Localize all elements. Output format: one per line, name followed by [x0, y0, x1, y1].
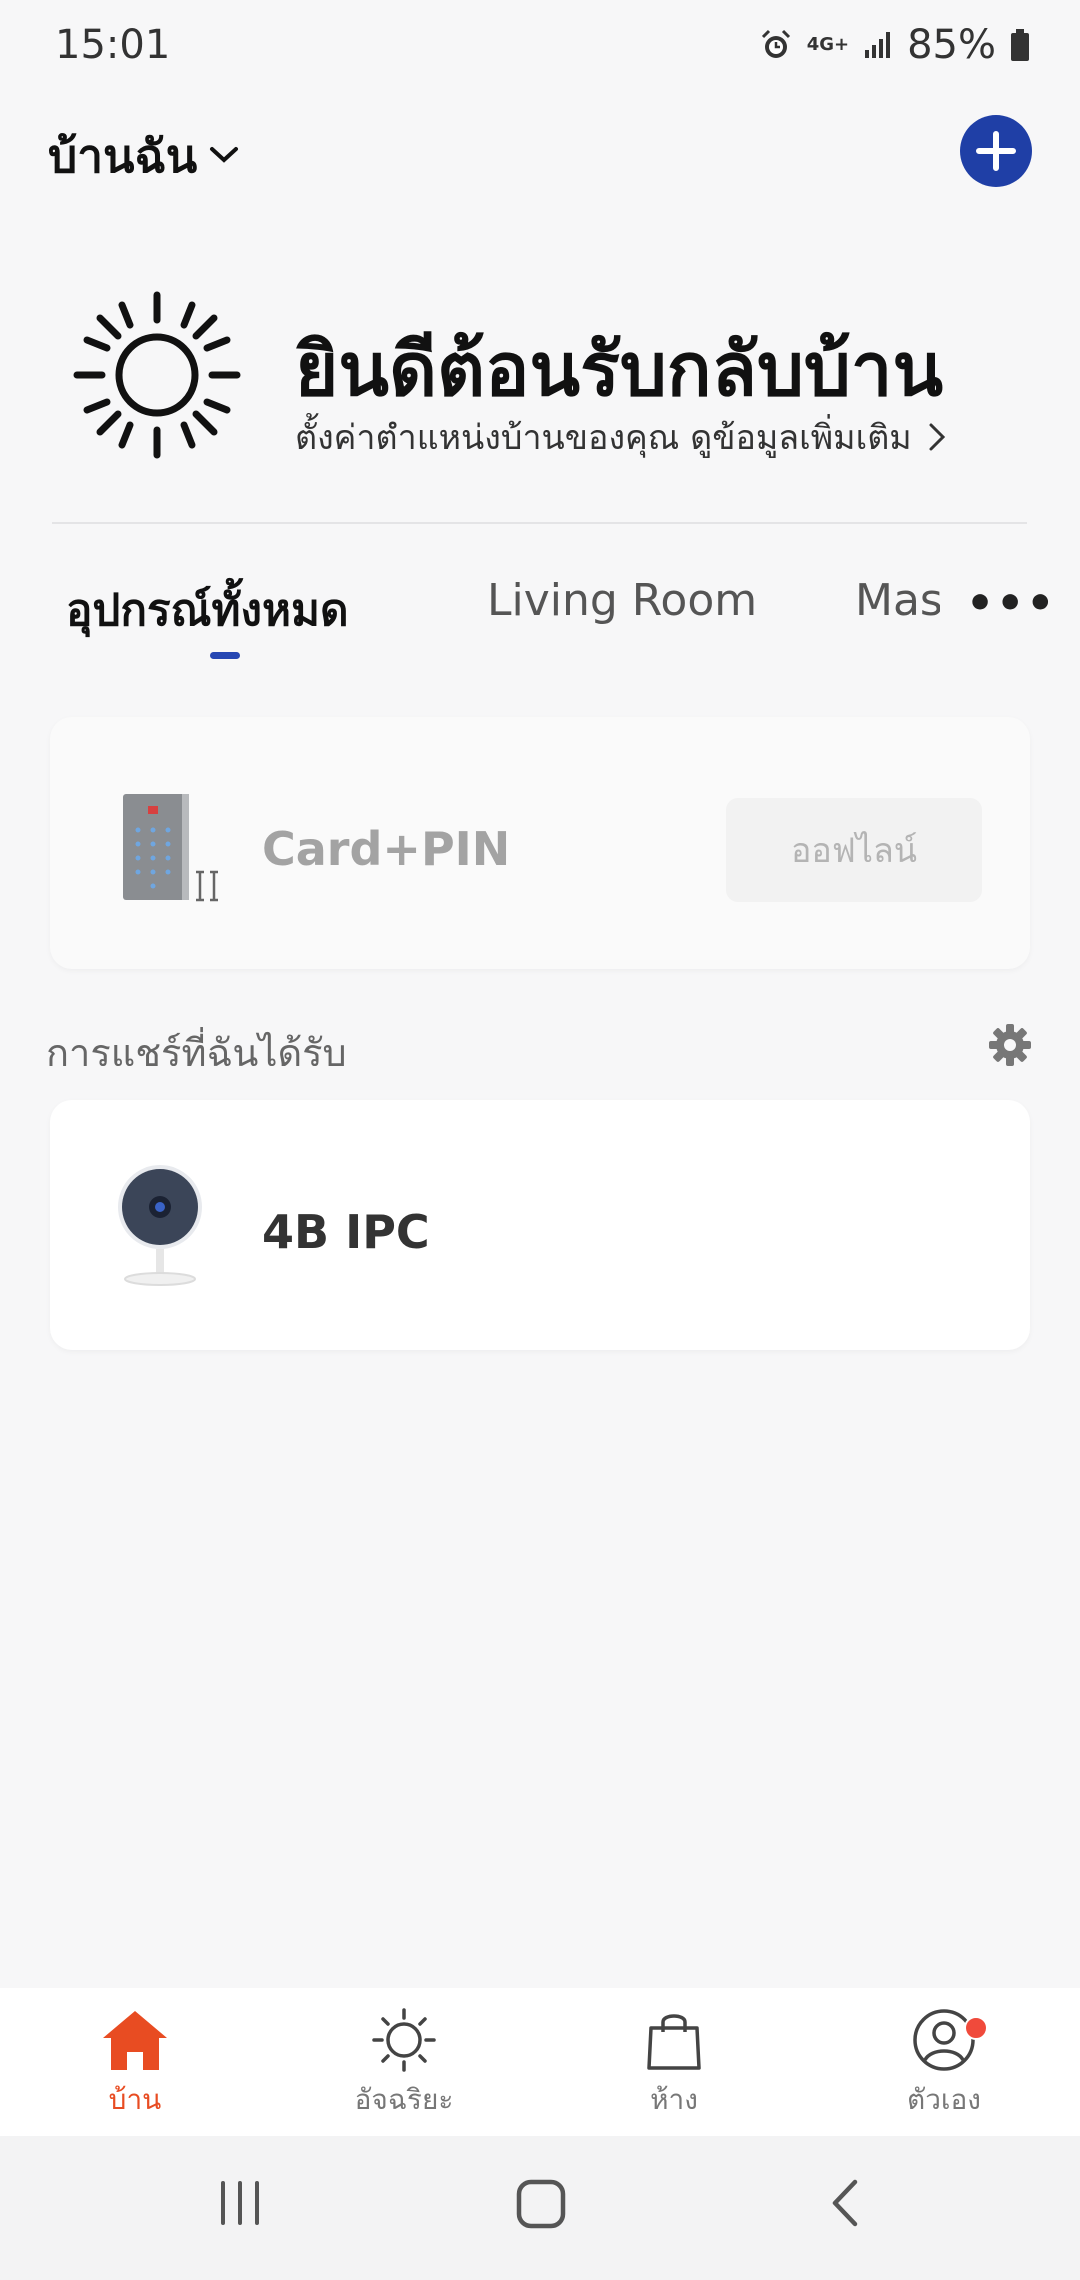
sun-icon	[72, 290, 242, 464]
home-square-icon	[516, 2179, 566, 2229]
system-nav-bar	[0, 2136, 1080, 2280]
signal-icon	[863, 30, 893, 60]
add-button[interactable]	[960, 115, 1032, 187]
back-button[interactable]	[825, 2178, 865, 2232]
divider	[52, 522, 1027, 524]
welcome-location-link[interactable]: ตั้งค่าตำแหน่งบ้านของคุณ ดูข้อมูลเพิ่มเต…	[295, 410, 946, 464]
device-card-card-pin[interactable]: Card+PIN ออฟไลน์	[50, 717, 1030, 969]
home-name: บ้านฉัน	[48, 129, 198, 183]
status-icons: 4G+ 85%	[759, 22, 1030, 68]
battery-icon	[1010, 28, 1030, 62]
device-card-4b-ipc[interactable]: 4B IPC	[50, 1100, 1030, 1350]
recent-apps-icon	[221, 2181, 259, 2225]
more-tabs-icon[interactable]: •••	[966, 578, 1056, 629]
chevron-down-icon	[209, 144, 239, 170]
device-name: Card+PIN	[262, 822, 511, 876]
camera-icon	[112, 1165, 212, 1294]
nav-profile[interactable]: ตัวเอง	[844, 2008, 1044, 2122]
nav-shop[interactable]: ห้าง	[574, 2008, 774, 2122]
nav-smart[interactable]: อัจฉริยะ	[304, 2008, 504, 2122]
battery-percent: 85%	[907, 22, 996, 68]
bottom-nav: บ้าน อัจฉริยะ ห้าง ตัวเอง	[0, 1988, 1080, 2136]
shopping-bag-icon	[647, 2014, 701, 2070]
tab-indicator	[210, 652, 240, 659]
status-badge: ออฟไลน์	[726, 798, 982, 902]
keypad-icon	[120, 792, 218, 902]
nav-label: ห้าง	[650, 2083, 698, 2116]
shared-section-title: การแชร์ที่ฉันได้รับ	[46, 1031, 347, 1075]
nav-label: อัจฉริยะ	[354, 2083, 454, 2116]
recent-apps-button[interactable]	[215, 2178, 265, 2232]
notification-badge	[964, 2016, 988, 2040]
home-selector[interactable]: บ้านฉัน	[48, 120, 239, 193]
status-time: 15:01	[55, 22, 171, 68]
device-name: 4B IPC	[262, 1205, 430, 1259]
home-system-button[interactable]	[515, 2178, 567, 2234]
nav-label: บ้าน	[108, 2083, 162, 2116]
tab-living-room[interactable]: Living Room	[487, 575, 757, 626]
tab-master-bedroom[interactable]: Master Bedroom	[855, 575, 940, 626]
smart-sun-icon	[372, 2008, 436, 2072]
home-icon	[103, 2011, 167, 2070]
plus-icon	[976, 131, 1016, 171]
alarm-icon	[759, 28, 793, 62]
nav-home[interactable]: บ้าน	[35, 2008, 235, 2122]
gear-icon[interactable]	[987, 1022, 1033, 1072]
nav-label: ตัวเอง	[907, 2083, 981, 2116]
chevron-right-icon	[929, 423, 945, 451]
welcome-subtitle: ตั้งค่าตำแหน่งบ้านของคุณ ดูข้อมูลเพิ่มเต…	[295, 418, 912, 458]
tab-all-devices[interactable]: อุปกรณ์ทั้งหมด	[66, 575, 349, 645]
back-icon	[832, 2179, 858, 2227]
network-4g-icon: 4G+	[806, 34, 850, 55]
